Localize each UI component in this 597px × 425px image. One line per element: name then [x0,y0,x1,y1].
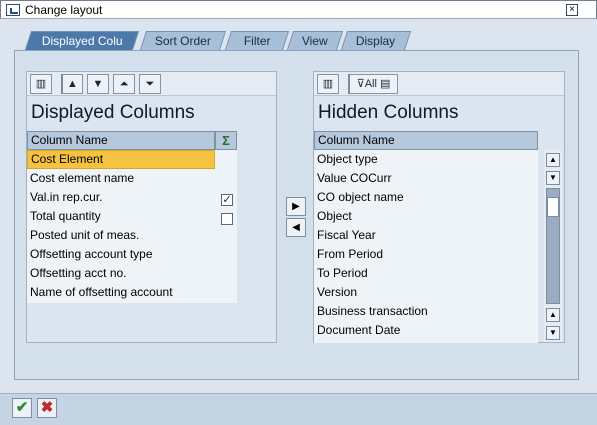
hidden-scrollbar[interactable]: ▲ ▼ ▲ ▼ [544,150,562,342]
cancel-icon: ✖ [40,399,54,416]
displayed-row[interactable]: Val.in rep.cur. [27,188,215,207]
tab-view[interactable]: View [286,31,344,50]
move-top-button[interactable]: ⏶ [113,74,135,94]
hidden-row[interactable]: Document Date [314,321,538,340]
hidden-row[interactable]: Value COCurr [314,169,538,188]
filter-icon: ⊽ [356,78,365,90]
button-bar: ✔ ✖ [0,393,597,425]
cancel-button[interactable]: ✖ [37,398,57,418]
move-right-icon: ▶ [292,201,300,212]
displayed-row[interactable]: Posted unit of meas. [27,226,215,245]
hidden-toolbar: ▥ ⊽All ▤ [314,72,564,96]
column-name-header[interactable]: Column Name [27,131,215,150]
find-icon: ▥ [322,78,334,90]
displayed-row[interactable]: Total quantity [27,207,215,226]
sum-checkbox[interactable] [221,213,233,225]
displayed-columns-pane: ▥ ▲ ▼ ⏶ ⏷ Displayed Columns Column Name … [26,71,277,343]
tab-display[interactable]: Display [340,31,412,50]
move-up-icon: ▲ [67,78,78,90]
scroll-down-icon[interactable]: ▼ [546,171,560,185]
scroll-page-down-icon[interactable]: ▼ [546,326,560,340]
window-title: Change layout [25,3,103,17]
displayed-row[interactable]: Cost Element [27,150,215,169]
sum-icon[interactable]: Σ [215,131,237,150]
filter-all-button[interactable]: ⊽All ▤ [348,74,398,94]
move-bottom-icon: ⏷ [145,78,155,90]
displayed-row[interactable]: Offsetting acct no. [27,264,215,283]
move-left-icon: ◀ [292,222,300,233]
displayed-row[interactable]: Offsetting account type [27,245,215,264]
scroll-page-up-icon[interactable]: ▲ [546,308,560,322]
move-top-icon: ⏶ [119,78,129,90]
hidden-columns-grid: Column Name Object type Value COCurr CO … [314,131,538,343]
hidden-row[interactable]: Fiscal Year [314,226,538,245]
close-icon[interactable]: × [566,4,578,16]
move-right-button[interactable]: ▶ [286,197,306,216]
find-button[interactable]: ▥ [317,74,339,94]
sum-checkbox[interactable]: ✓ [221,194,233,206]
hidden-columns-title: Hidden Columns [318,102,459,123]
move-down-button[interactable]: ▼ [87,74,109,94]
scroll-up-icon[interactable]: ▲ [546,153,560,167]
move-left-button[interactable]: ◀ [286,218,306,237]
tab-filter[interactable]: Filter [224,31,290,50]
confirm-button[interactable]: ✔ [12,398,32,418]
move-bottom-button[interactable]: ⏷ [139,74,161,94]
tab-sort-order[interactable]: Sort Order [139,31,227,50]
hidden-row[interactable]: Object type [314,150,538,169]
displayed-columns-title: Displayed Columns [31,102,195,123]
scroll-thumb[interactable] [547,197,559,217]
column-name-header[interactable]: Column Name [314,131,538,150]
hidden-columns-pane: ▥ ⊽All ▤ Hidden Columns Column Name Obje… [313,71,565,343]
hidden-row[interactable]: Version [314,283,538,302]
scroll-track[interactable] [546,188,560,304]
find-button[interactable]: ▥ [30,74,52,94]
tab-displayed-columns[interactable]: Displayed Colu [24,31,140,50]
displayed-columns-grid: Column Name Σ Cost Element Cost element … [27,131,237,303]
confirm-icon: ✔ [15,399,29,416]
hidden-row[interactable]: CO object name [314,188,538,207]
hidden-row[interactable]: Object [314,207,538,226]
move-down-icon: ▼ [92,78,104,90]
find-icon: ▥ [35,78,47,90]
displayed-row[interactable]: Cost element name [27,169,215,188]
displayed-toolbar: ▥ ▲ ▼ ⏶ ⏷ [27,72,276,96]
move-up-button[interactable]: ▲ [61,74,83,94]
displayed-row[interactable]: Name of offsetting account [27,283,215,302]
window-titlebar: Change layout × [0,0,597,19]
hidden-row[interactable]: Business transaction [314,302,538,321]
window-icon [6,4,20,16]
hidden-row[interactable]: To Period [314,264,538,283]
hidden-row[interactable]: From Period [314,245,538,264]
